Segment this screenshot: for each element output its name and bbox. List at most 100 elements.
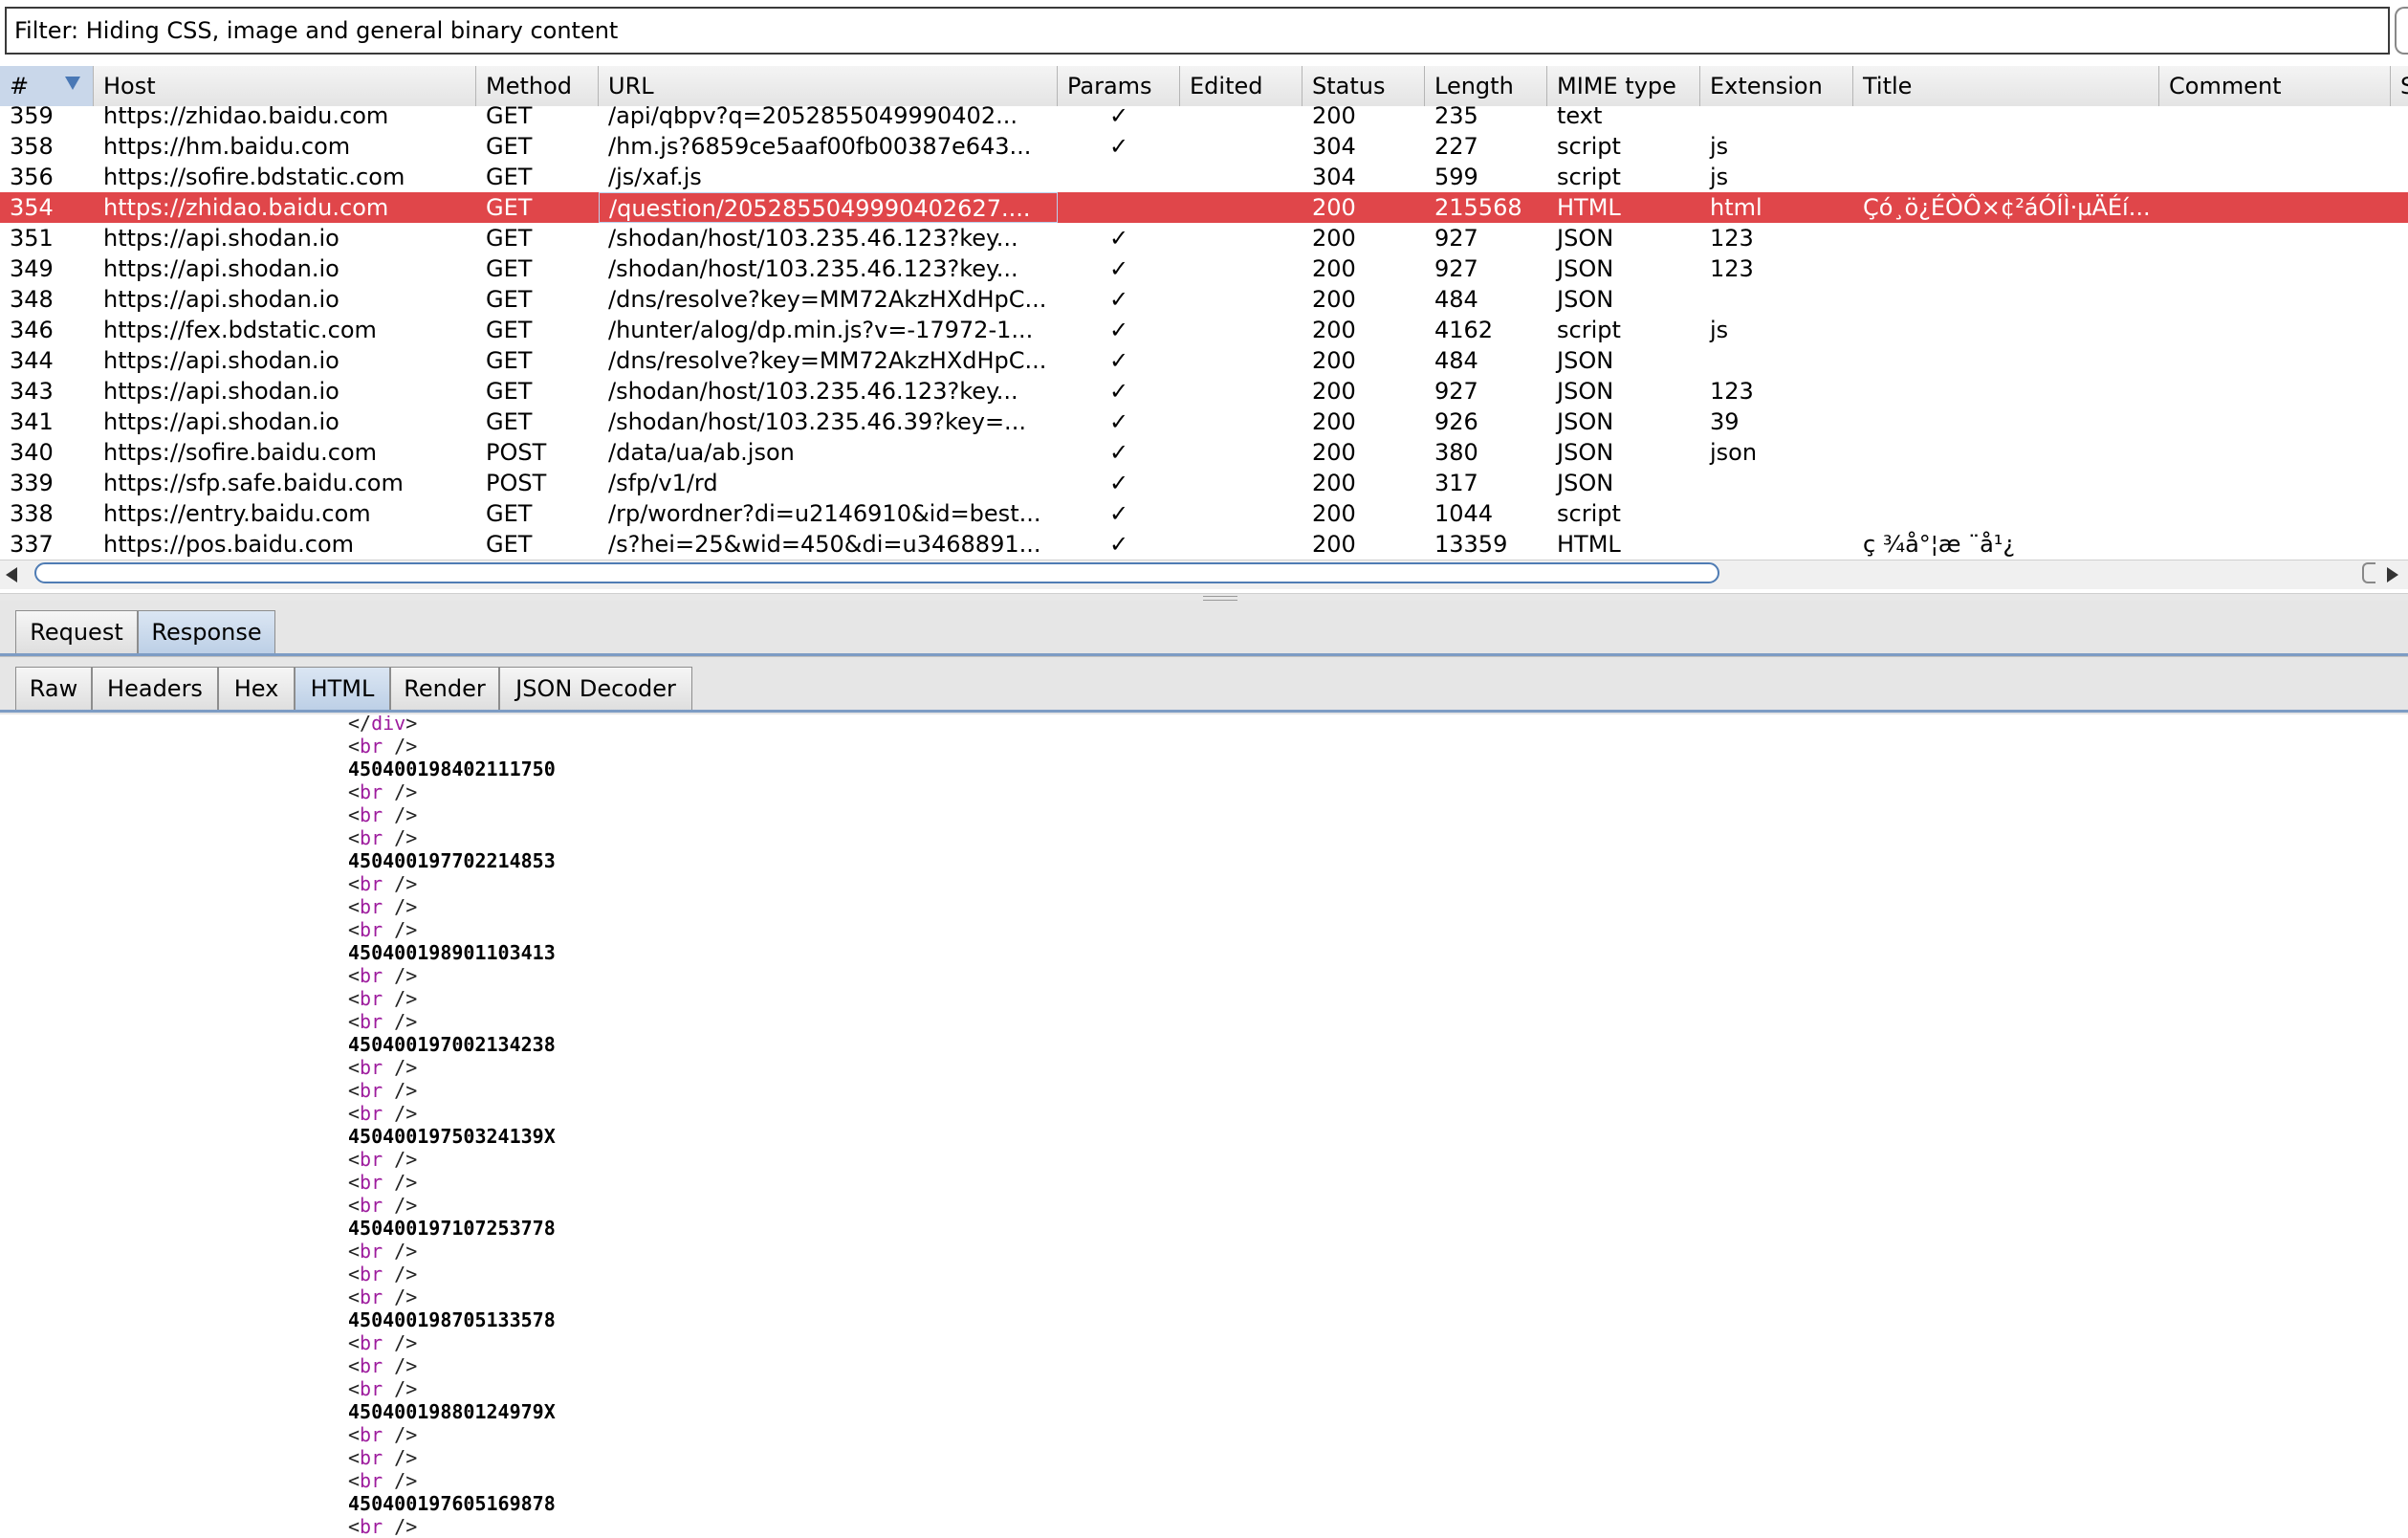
column-header-edited[interactable]: Edited: [1180, 66, 1303, 106]
scrollbar-thumb[interactable]: [34, 562, 1719, 583]
table-row[interactable]: 341 https://api.shodan.io GET/shodan/host/…: [0, 406, 2408, 437]
cell-method: GET: [486, 317, 533, 343]
checkmark-icon: ✓: [1109, 378, 1129, 405]
cell-status: 200: [1312, 317, 1356, 343]
arrow-left-icon[interactable]: [6, 567, 17, 582]
table-row-selected[interactable]: 354 https://zhidao.baidu.com GET/question/…: [0, 192, 2408, 223]
table-row[interactable]: 346 https://fex.bdstatic.com GET/hunter/al…: [0, 315, 2408, 345]
horizontal-scrollbar[interactable]: [0, 560, 2408, 589]
tab-response[interactable]: Response: [138, 610, 275, 654]
cell-extension: [1700, 284, 1853, 315]
cell-length: 13359: [1434, 531, 1508, 558]
cell-num: 349: [10, 255, 54, 282]
cell-host: https://api.shodan.io: [103, 347, 339, 374]
cell-url: /data/ua/ab.json: [608, 439, 795, 466]
column-header-host[interactable]: Host: [94, 66, 476, 106]
cell-method: POST: [486, 470, 547, 496]
tab-json-decoder[interactable]: JSON Decoder: [499, 667, 692, 711]
tab-hex[interactable]: Hex: [218, 667, 295, 711]
column-header-params[interactable]: Params: [1058, 66, 1180, 106]
cell-url: /dns/resolve?key=MM72AkzHXdHpC...: [608, 347, 1047, 374]
tab-raw[interactable]: Raw: [15, 667, 92, 711]
cell-mime: JSON: [1557, 225, 1614, 252]
code-tag-line: <br />: [348, 1010, 418, 1033]
cell-status: 200: [1312, 531, 1356, 558]
filter-side-handle[interactable]: [2395, 7, 2408, 55]
column-header-status[interactable]: Status: [1303, 66, 1425, 106]
cell-num: 359: [10, 106, 54, 129]
cell-title: [1853, 406, 2159, 437]
sort-descending-icon[interactable]: [65, 77, 80, 90]
table-row[interactable]: 340 https://sofire.baidu.com POST/data/ua/…: [0, 437, 2408, 468]
table-row[interactable]: 343 https://api.shodan.io GET/shodan/host/…: [0, 376, 2408, 406]
code-text-line: 450400197702214853: [348, 849, 556, 872]
filter-bar[interactable]: Filter: Hiding CSS, image and general bi…: [5, 7, 2390, 55]
table-row[interactable]: 351 https://api.shodan.io GET/shodan/host/…: [0, 223, 2408, 253]
code-tag-line: <br />: [348, 1446, 418, 1469]
code-tag-line: <br />: [348, 964, 418, 987]
checkmark-icon: ✓: [1109, 347, 1129, 374]
table-row[interactable]: 358 https://hm.baidu.com GET/hm.js?6859ce5…: [0, 131, 2408, 162]
code-tag-line: <br />: [348, 1423, 418, 1446]
cell-mime: JSON: [1557, 408, 1614, 435]
checkmark-icon: ✓: [1109, 255, 1129, 282]
table-row[interactable]: 356 https://sofire.bdstatic.com GET/js/xaf…: [0, 162, 2408, 192]
column-header-comment[interactable]: Comment: [2159, 66, 2391, 106]
code-tag-line: <br />: [348, 1148, 418, 1171]
table-row[interactable]: 344 https://api.shodan.io GET/dns/resolve?…: [0, 345, 2408, 376]
cell-length: 484: [1434, 347, 1478, 374]
cell-extension: json: [1710, 439, 1758, 466]
tab-request[interactable]: Request: [15, 610, 138, 654]
column-header-mime[interactable]: MIME type: [1547, 66, 1700, 106]
cell-host: https://pos.baidu.com: [103, 531, 355, 558]
cell-mime: script: [1557, 500, 1621, 527]
cell-params: [1058, 162, 1180, 192]
cell-title: [1853, 106, 2159, 131]
cell-length: 380: [1434, 439, 1478, 466]
column-header-length[interactable]: Length: [1425, 66, 1547, 106]
table-row[interactable]: 348 https://api.shodan.io GET/dns/resolve?…: [0, 284, 2408, 315]
cell-extension: 123: [1710, 378, 1754, 405]
table-row[interactable]: 338 https://entry.baidu.com GET/rp/wordner…: [0, 498, 2408, 529]
table-row[interactable]: 359 https://zhidao.baidu.com GET/api/qbpv?…: [0, 106, 2408, 131]
cell-comment: [2159, 437, 2391, 468]
cell-edited: [1180, 315, 1303, 345]
column-header-url[interactable]: URL: [599, 66, 1058, 106]
cell-host: https://entry.baidu.com: [103, 500, 371, 527]
cell-title: [1853, 131, 2159, 162]
table-row[interactable]: 337 https://pos.baidu.com GET/s?hei=25&wid…: [0, 529, 2408, 560]
cell-length: 599: [1434, 164, 1478, 190]
cell-host: https://sofire.baidu.com: [103, 439, 378, 466]
column-header-extension[interactable]: Extension: [1700, 66, 1853, 106]
code-text-line: 450400197605169878: [348, 1492, 556, 1515]
code-tag-line: <br />: [348, 1263, 418, 1285]
tab-render[interactable]: Render: [390, 667, 499, 711]
cell-title: [1853, 345, 2159, 376]
column-header-title[interactable]: Title: [1853, 66, 2159, 106]
cell-mime: HTML: [1557, 531, 1621, 558]
table-row[interactable]: 339 https://sfp.safe.baidu.com POST/sfp/v1…: [0, 468, 2408, 498]
cell-mime: JSON: [1557, 255, 1614, 282]
cell-extension: js: [1710, 317, 1729, 343]
column-header-method[interactable]: Method: [476, 66, 599, 106]
tab-headers[interactable]: Headers: [92, 667, 218, 711]
arrow-right-icon[interactable]: [2387, 567, 2398, 582]
code-tag-line: <br />: [348, 735, 418, 758]
cell-method: GET: [486, 531, 533, 558]
code-tag-line: <br />: [348, 895, 418, 918]
proxy-history-table: 359 https://zhidao.baidu.com GET/api/qbpv?…: [0, 106, 2408, 560]
code-text: 450400197605169878: [348, 1492, 556, 1515]
cell-length: 484: [1434, 286, 1478, 313]
cell-extension: [1700, 529, 1853, 560]
code-tag-line: <br />: [348, 1469, 418, 1492]
html-code-view[interactable]: </div> <br /> 450400198402111750 <br /> <br …: [0, 715, 2408, 1538]
cell-title: [1853, 437, 2159, 468]
cell-comment: [2159, 162, 2391, 192]
tab-html[interactable]: HTML: [295, 667, 390, 711]
cell-length: 215568: [1434, 194, 1522, 221]
cell-host: https://fex.bdstatic.com: [103, 317, 377, 343]
cell-mime: JSON: [1557, 470, 1614, 496]
cell-length: 317: [1434, 470, 1478, 496]
table-row[interactable]: 349 https://api.shodan.io GET/shodan/host/…: [0, 253, 2408, 284]
column-header-s[interactable]: S: [2391, 66, 2408, 106]
